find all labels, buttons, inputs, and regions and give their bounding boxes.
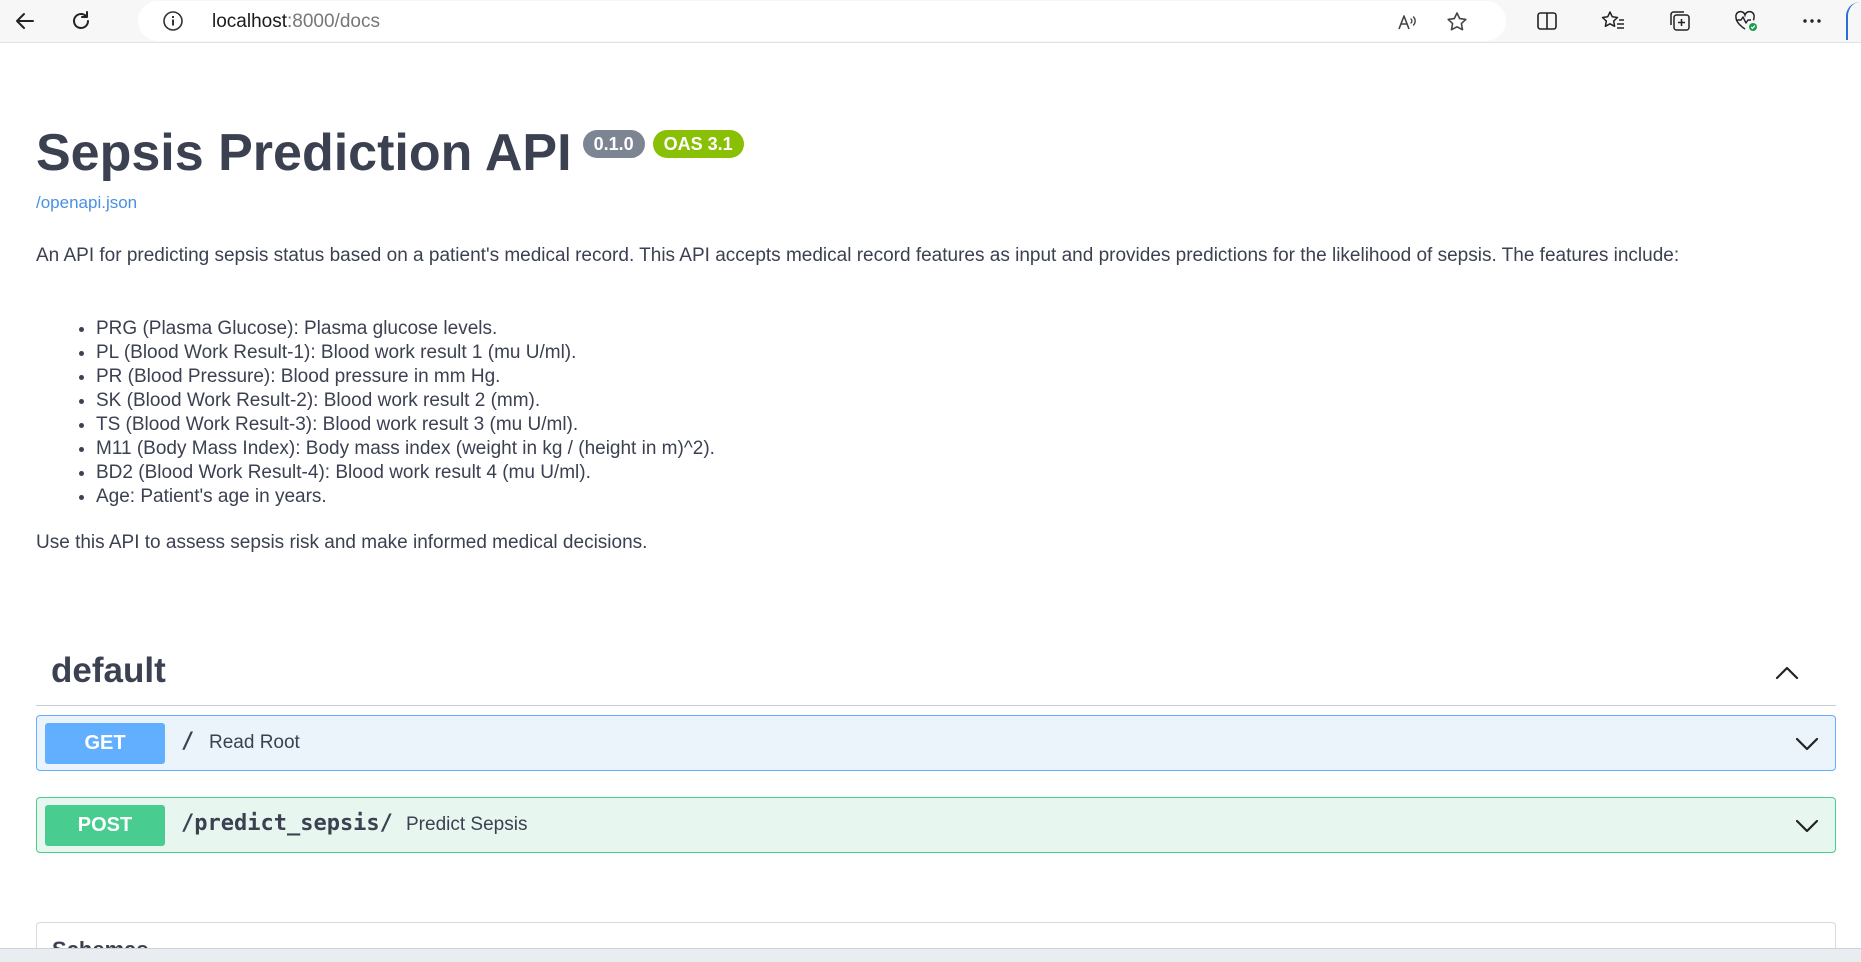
list-item: TS (Blood Work Result-3): Blood work res… <box>96 413 715 437</box>
refresh-icon[interactable] <box>64 4 98 38</box>
back-arrow-icon[interactable] <box>8 4 42 38</box>
list-item: M11 (Body Mass Index): Body mass index (… <box>96 437 715 461</box>
feature-list: PRG (Plasma Glucose): Plasma glucose lev… <box>36 317 715 509</box>
api-description: An API for predicting sepsis status base… <box>36 245 1680 266</box>
split-screen-icon[interactable] <box>1532 6 1562 36</box>
operation-path: / <box>181 729 195 754</box>
collections-icon[interactable] <box>1665 6 1695 36</box>
swagger-page: Sepsis Prediction API 0.1.0 OAS 3.1 /ope… <box>0 43 1861 949</box>
operation-path: /predict_sepsis/ <box>181 811 393 836</box>
browser-toolbar: localhost:8000/docs <box>0 0 1861 43</box>
chevron-down-icon[interactable] <box>1793 812 1821 840</box>
operation-get-root[interactable]: GET / Read Root <box>36 715 1836 771</box>
list-item: Age: Patient's age in years. <box>96 485 715 509</box>
api-outro: Use this API to assess sepsis risk and m… <box>36 532 648 553</box>
list-item: BD2 (Blood Work Result-4): Blood work re… <box>96 461 715 485</box>
method-badge-get: GET <box>45 723 165 764</box>
tag-name: default <box>51 651 166 690</box>
url-text[interactable]: localhost:8000/docs <box>212 11 380 33</box>
url-path: :8000/docs <box>287 11 380 32</box>
copilot-icon[interactable] <box>1846 2 1861 40</box>
method-badge-post: POST <box>45 805 165 846</box>
list-item: SK (Blood Work Result-2): Blood work res… <box>96 389 715 413</box>
favorites-icon[interactable] <box>1598 6 1628 36</box>
read-aloud-icon[interactable] <box>1394 9 1420 35</box>
info-header: Sepsis Prediction API 0.1.0 OAS 3.1 <box>36 123 744 183</box>
heart-pulse-icon[interactable] <box>1731 6 1761 36</box>
address-bar[interactable]: localhost:8000/docs <box>138 1 1506 41</box>
star-icon[interactable] <box>1444 9 1470 35</box>
url-host: localhost <box>212 11 287 32</box>
operation-summary: Read Root <box>209 732 300 753</box>
horizontal-scrollbar[interactable] <box>0 948 1861 962</box>
more-icon[interactable] <box>1797 6 1827 36</box>
version-badge: 0.1.0 <box>582 130 645 158</box>
chevron-up-icon[interactable] <box>1772 658 1802 688</box>
list-item: PL (Blood Work Result-1): Blood work res… <box>96 341 715 365</box>
chevron-down-icon[interactable] <box>1793 730 1821 758</box>
openapi-json-link[interactable]: /openapi.json <box>36 193 137 213</box>
oas-badge: OAS 3.1 <box>652 130 744 158</box>
tag-section-default[interactable]: default <box>36 641 1836 706</box>
info-icon[interactable] <box>162 10 184 32</box>
operation-summary: Predict Sepsis <box>406 814 528 835</box>
list-item: PR (Blood Pressure): Blood pressure in m… <box>96 365 715 389</box>
list-item: PRG (Plasma Glucose): Plasma glucose lev… <box>96 317 715 341</box>
page-title: Sepsis Prediction API <box>36 124 572 182</box>
operation-post-predict-sepsis[interactable]: POST /predict_sepsis/ Predict Sepsis <box>36 797 1836 853</box>
schemas-section[interactable]: Schemas <box>36 922 1836 949</box>
